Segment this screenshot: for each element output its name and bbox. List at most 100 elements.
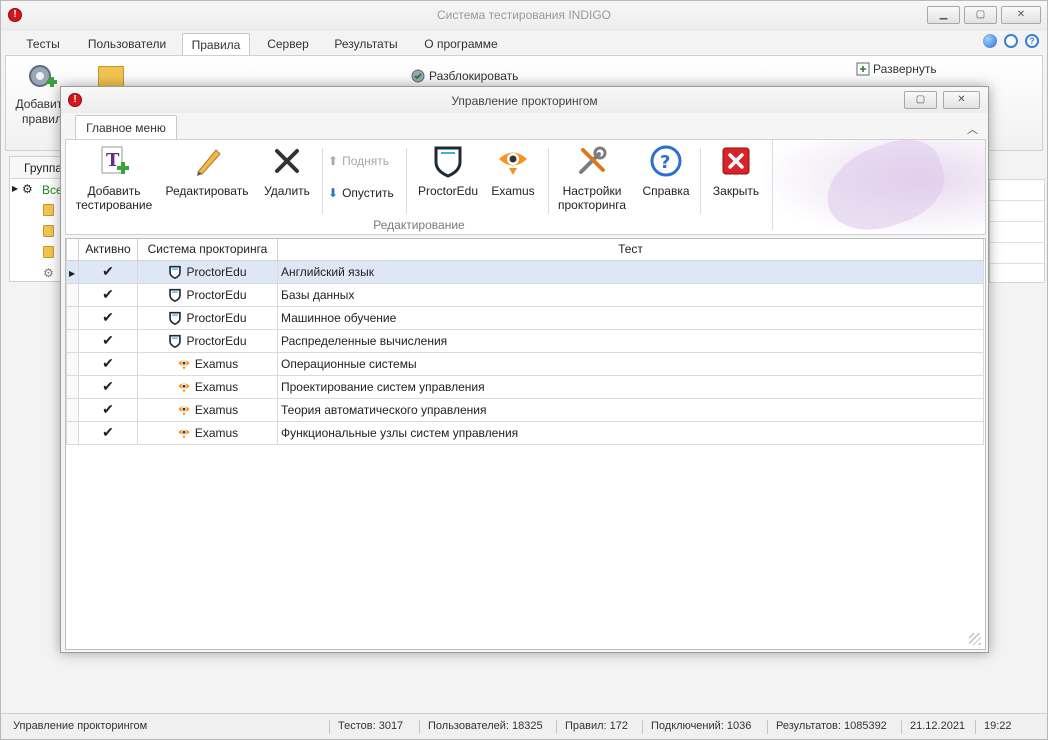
table-row[interactable]: ✔ ProctorEdu Машинное обучение [66,305,984,330]
examus-button[interactable]: Examus [484,144,542,198]
help-icon[interactable]: ? [1025,34,1039,48]
dialog-close-button[interactable]: ✕ [943,91,980,109]
proctoredu-shield-icon [169,265,182,279]
proctoring-dialog: ! Управление прокторингом ▢ ✕ Главное ме… [60,86,989,653]
tab-users[interactable]: Пользователи [81,33,173,55]
dialog-ribbon: T Добавить тестирование Редактировать Уд… [65,139,986,235]
move-down-label: Опустить [342,186,394,200]
proctoring-settings-button[interactable]: Настройки прокторинга [552,144,632,212]
main-window-title: Система тестирования INDIGO [437,8,611,22]
status-connections: Подключений: 1036 [642,720,751,734]
table-row[interactable]: ✔ Examus Проектирование систем управления [66,374,984,399]
proctoredu-button[interactable]: ProctorEdu [414,144,482,198]
test-cell: Базы данных [277,282,984,307]
test-name: Функциональные узлы систем управления [281,425,519,440]
move-up-button[interactable]: ⬆ Поднять [328,154,389,168]
group-label: Редактирование [373,218,465,232]
active-checkbox[interactable]: ✔ [78,420,138,445]
edit-button[interactable]: Редактировать [164,144,250,198]
pencil-icon [197,149,221,176]
table-row[interactable]: ✔ Examus Функциональные узлы систем управл… [66,420,984,445]
close-dialog-button[interactable]: Закрыть [706,144,766,198]
delete-button[interactable]: Удалить [256,144,318,198]
col-system-header[interactable]: Система прокторинга [137,239,278,261]
test-name: Базы данных [281,287,355,302]
resize-grip[interactable] [969,633,981,645]
proctoredu-label: ProctorEdu [417,184,479,198]
main-titlebar: ! Система тестирования INDIGO ▁ ▢ ✕ [1,1,1047,31]
status-mode: Управление прокторингом [13,720,148,732]
ribbon-decoration [765,140,985,234]
check-icon: ✔ [102,378,114,394]
folder-icon [43,225,54,237]
table-row[interactable]: ✔ Examus Теория автоматического управления [66,397,984,422]
active-checkbox[interactable]: ✔ [78,374,138,399]
grid-header-indicator [66,239,79,261]
row-indicator-icon: ▶ [69,268,76,278]
col-active-header[interactable]: Активно [78,239,138,261]
system-cell: Examus [137,420,278,445]
tab-server[interactable]: Сервер [259,33,317,55]
proctoredu-shield-icon [169,311,182,325]
main-grid-edge [989,179,1045,283]
dialog-maximize-button[interactable]: ▢ [904,91,937,109]
status-time: 19:22 [975,720,1012,734]
edit-label: Редактировать [165,184,249,198]
system-name: ProctorEdu [186,310,247,325]
minimize-button[interactable]: ▁ [927,6,960,24]
active-checkbox[interactable]: ✔ [78,259,138,284]
table-row[interactable]: ✔ Examus Операционные системы [66,351,984,376]
active-checkbox[interactable]: ✔ [78,397,138,422]
maximize-button[interactable]: ▢ [964,6,997,24]
ribbon-separator [322,148,323,214]
system-name: ProctorEdu [186,333,247,348]
system-name: Examus [194,402,239,417]
add-test-icon: T [101,146,129,174]
status-results: Результатов: 1085392 [767,720,887,734]
tab-tests[interactable]: Тесты [19,33,67,55]
row-indicator: ▶ [66,259,79,284]
dialog-title: Управление прокторингом [451,94,598,108]
test-name: Операционные системы [281,356,417,371]
table-row[interactable]: ▶ ✔ ProctorEdu Английский язык [66,259,984,284]
tab-results[interactable]: Результаты [326,33,406,55]
tab-rules[interactable]: Правила [182,33,250,55]
gear-check-icon [411,69,425,83]
unblock-button[interactable]: Разблокировать [410,68,518,84]
ribbon-collapse-icon[interactable]: ︿ [967,121,978,137]
move-up-label: Поднять [342,154,389,168]
system-cell: ProctorEdu [137,305,278,330]
examus-eye-icon [178,406,190,416]
help-button[interactable]: ? Справка [636,144,696,198]
move-down-button[interactable]: ⬇ Опустить [328,186,394,200]
test-cell: Функциональные узлы систем управления [277,420,984,445]
ribbon-separator [700,148,701,214]
check-icon: ✔ [102,424,114,440]
tab-about[interactable]: О программе [415,33,507,55]
test-name: Машинное обучение [281,310,397,325]
row-indicator [66,420,79,445]
check-icon: ✔ [102,263,114,279]
add-testing-button[interactable]: T Добавить тестирование [72,144,156,212]
arrow-down-icon: ⬇ [328,186,339,200]
unblock-label: Разблокировать [429,69,519,83]
table-row[interactable]: ✔ ProctorEdu Распределенные вычисления [66,328,984,353]
system-cell: Examus [137,397,278,422]
active-checkbox[interactable]: ✔ [78,305,138,330]
active-checkbox[interactable]: ✔ [78,328,138,353]
globe-icon[interactable] [983,34,997,48]
system-cell: Examus [137,374,278,399]
col-test-header[interactable]: Тест [277,239,984,261]
system-cell: ProctorEdu [137,328,278,353]
expand-button[interactable]: Развернуть [856,62,937,76]
help-label: Справка [642,184,690,198]
active-checkbox[interactable]: ✔ [78,282,138,307]
check-icon: ✔ [102,286,114,302]
active-checkbox[interactable]: ✔ [78,351,138,376]
proctoredu-shield-icon [169,288,182,302]
tab-main-menu[interactable]: Главное меню [75,115,177,139]
table-row[interactable]: ✔ ProctorEdu Базы данных [66,282,984,307]
ribbon-separator [406,148,407,214]
zoom-icon[interactable] [1004,34,1018,48]
close-button[interactable]: ✕ [1001,6,1041,24]
